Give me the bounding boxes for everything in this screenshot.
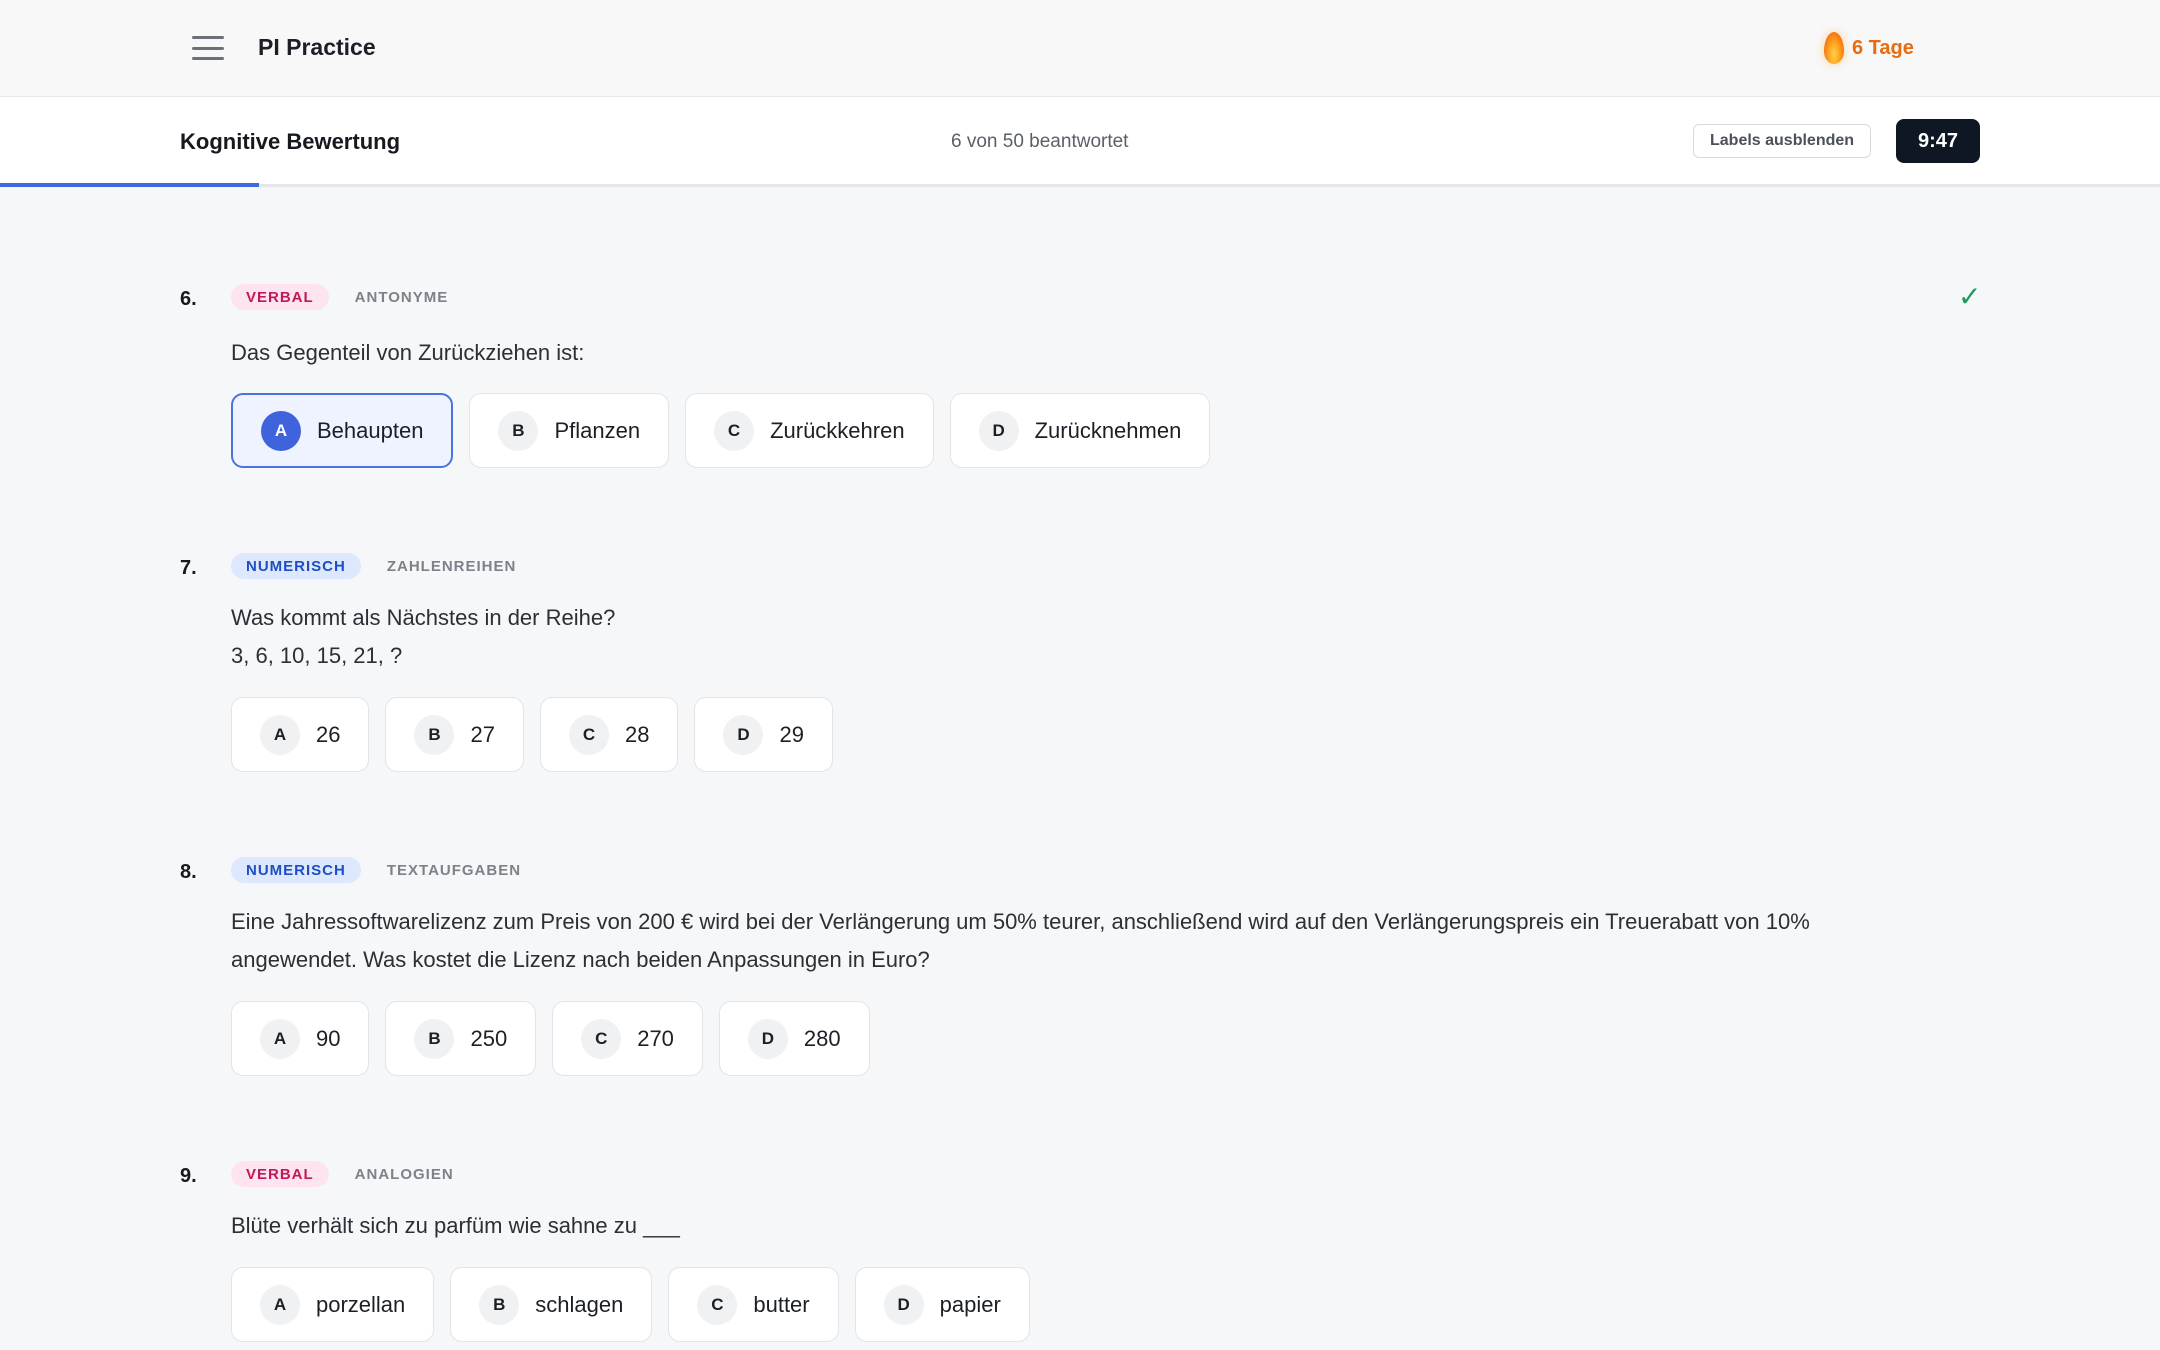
option-c[interactable]: C 270 [552,1001,703,1076]
option-d[interactable]: D 29 [694,697,833,772]
quiz-header: Kognitive Bewertung 6 von 50 beantwortet… [0,97,2160,187]
option-letter: A [260,1284,300,1325]
option-text: 250 [470,1025,508,1051]
option-text: 29 [779,721,804,747]
option-letter: D [747,1018,788,1059]
option-letter: C [568,714,609,755]
option-letter: D [883,1284,924,1325]
answer-options: A 26 B 27 C 28 D 29 [231,697,833,772]
question-sequence: 3, 6, 10, 15, 21, ? [231,643,403,668]
option-letter: A [261,410,301,451]
option-text: 27 [470,721,495,747]
answer-options: A porzellan B schlagen C butter D papier [231,1267,1030,1342]
subcategory-tag: ANALOGIEN [354,1165,454,1183]
option-c[interactable]: C butter [668,1267,839,1342]
option-letter: C [697,1284,738,1325]
top-bar: PI Practice 6 Tage [0,0,2160,97]
option-letter: B [498,410,539,451]
option-letter: D [723,714,764,755]
flame-icon [1824,32,1844,64]
option-letter: D [978,410,1019,451]
option-text: Zurücknehmen [1034,417,1182,443]
option-text: 90 [316,1025,341,1051]
option-letter: C [714,410,755,451]
option-d[interactable]: D Zurücknehmen [949,393,1211,468]
option-c[interactable]: C Zurückkehren [685,393,934,468]
answer-options: A 90 B 250 C 270 D 280 [231,1001,870,1076]
question-tags: VERBAL ANALOGIEN [231,1161,454,1187]
timer: 9:47 [1896,119,1980,163]
option-text: papier [939,1291,1001,1317]
option-c[interactable]: C 28 [539,697,679,772]
option-b[interactable]: B Pflanzen [469,393,670,468]
option-text: Pflanzen [554,417,641,443]
question-number: 9. [180,1165,197,1187]
streak-label: 6 Tage [1852,36,1914,59]
question-tags: VERBAL ANTONYME [231,284,448,310]
option-b[interactable]: B 250 [385,1001,537,1076]
option-a[interactable]: A 90 [231,1001,370,1076]
hide-labels-button[interactable]: Labels ausblenden [1693,124,1872,158]
app-title: PI Practice [258,34,376,60]
option-letter: B [414,714,455,755]
option-letter: B [414,1018,455,1059]
option-letter: A [260,1018,300,1059]
answer-options: A Behaupten B Pflanzen C Zurückkehren D … [231,393,1211,468]
streak-badge: 6 Tage [1824,32,1914,64]
subcategory-tag: TEXTAUFGABEN [386,861,522,879]
option-text: 280 [803,1025,841,1051]
question-number: 6. [180,288,197,310]
category-tag: VERBAL [231,1161,329,1187]
quiz-title: Kognitive Bewertung [180,129,401,154]
option-b[interactable]: B schlagen [450,1267,653,1342]
option-text: 270 [637,1025,674,1051]
progress-bar [0,183,260,187]
answered-count: 6 von 50 beantwortet [951,131,1129,152]
hamburger-menu-icon[interactable] [192,36,224,60]
option-d[interactable]: D 280 [718,1001,870,1076]
option-letter: C [581,1018,622,1059]
option-text: 26 [316,721,341,747]
option-a[interactable]: A 26 [231,697,370,772]
check-icon: ✓ [1958,281,1982,312]
question-tags: NUMERISCH ZAHLENREIHEN [231,553,516,579]
category-tag: NUMERISCH [231,857,361,883]
category-tag: VERBAL [231,284,329,310]
question-tags: NUMERISCH TEXTAUFGABEN [231,857,521,883]
question-text: Blüte verhält sich zu parfüm wie sahne z… [231,1213,680,1238]
subcategory-tag: ANTONYME [354,288,449,306]
option-text: schlagen [535,1291,624,1317]
question-text: Was kommt als Nächstes in der Reihe? [231,605,616,630]
option-letter: A [260,714,300,755]
option-text: Zurückkehren [770,417,905,443]
option-a[interactable]: A porzellan [231,1267,435,1342]
option-text: Behaupten [317,417,424,443]
option-text: 28 [624,721,650,747]
option-a[interactable]: A Behaupten [231,393,454,468]
question-number: 7. [180,557,197,579]
question-number: 8. [180,861,197,883]
category-tag: NUMERISCH [231,553,361,579]
option-text: porzellan [316,1291,406,1317]
option-b[interactable]: B 27 [385,697,524,772]
question-text: Das Gegenteil von Zurückziehen ist: [231,340,585,365]
question-text: Eine Jahressoftwarelizenz zum Preis von … [231,909,1810,972]
subcategory-tag: ZAHLENREIHEN [386,557,517,575]
option-text: butter [753,1291,810,1317]
option-letter: B [479,1284,520,1325]
option-d[interactable]: D papier [854,1267,1030,1342]
